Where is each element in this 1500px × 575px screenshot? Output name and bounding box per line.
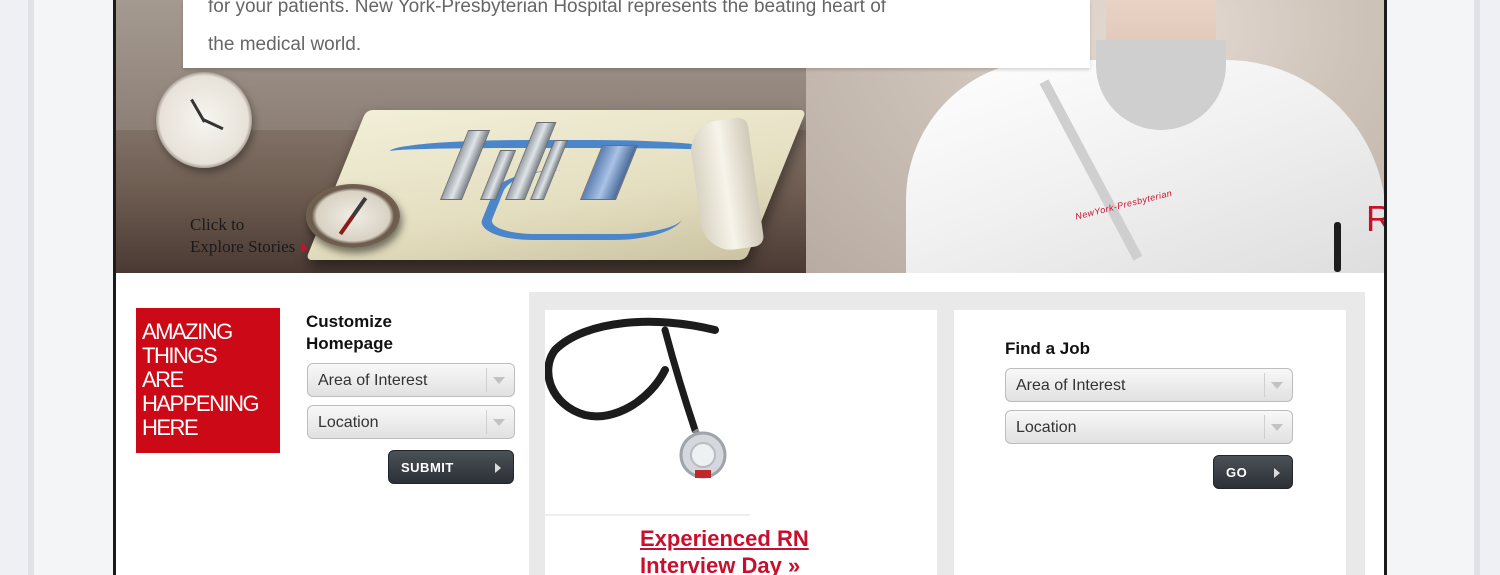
rn-interview-day-link[interactable]: Experienced RN Interview Day »: [640, 525, 809, 575]
hero-banner: Click to Explore Stories NewYork-Presbyt…: [116, 0, 1384, 273]
promo-line: THINGS: [142, 343, 218, 368]
event-link-line-1: Experienced RN: [640, 526, 809, 551]
job-location-select[interactable]: Location: [1005, 410, 1293, 444]
card-divider: [545, 514, 750, 516]
amazing-things-promo[interactable]: AMAZING THINGS ARE HAPPENING HERE: [136, 308, 280, 453]
stethoscope-image: [545, 317, 727, 479]
intro-line-2: the medical world.: [208, 34, 362, 55]
find-job-title: Find a Job: [1005, 339, 1090, 358]
submit-button[interactable]: SUBMIT: [388, 450, 514, 484]
wall-clock-image: [156, 72, 252, 168]
job-area-select[interactable]: Area of Interest: [1005, 368, 1293, 402]
submit-label: SUBMIT: [401, 460, 454, 475]
job-location-value: Location: [1016, 419, 1077, 436]
compass-image: [306, 184, 400, 248]
page-container: Click to Explore Stories NewYork-Presbyt…: [113, 0, 1387, 575]
customize-area-value: Area of Interest: [318, 372, 428, 389]
promo-line: AMAZING: [142, 319, 233, 344]
arrow-right-icon: [301, 243, 309, 254]
chevron-down-icon: [1264, 373, 1288, 397]
intro-text-box: for your patients. New York-Presbyterian…: [183, 0, 1090, 68]
go-button[interactable]: GO: [1213, 455, 1293, 489]
customize-title-line-2: Homepage: [306, 334, 393, 353]
chevron-down-icon: [486, 368, 510, 392]
chevron-down-icon: [486, 410, 510, 434]
intro-line-1: for your patients. New York-Presbyterian…: [208, 0, 887, 17]
rn-badge: RN: [1366, 198, 1384, 240]
job-area-value: Area of Interest: [1016, 377, 1126, 394]
customize-title-line-1: Customize: [306, 312, 392, 331]
customize-area-select[interactable]: Area of Interest: [307, 363, 515, 397]
explore-line-2: Explore Stories: [190, 237, 296, 256]
explore-line-1: Click to: [190, 215, 245, 234]
arrow-right-icon: [495, 463, 501, 473]
event-link-line-2: Interview Day »: [640, 553, 801, 575]
feature-card: Experienced RN Interview Day »: [545, 310, 937, 575]
customize-homepage-title: Customize Homepage: [306, 311, 393, 355]
chevron-down-icon: [1264, 415, 1288, 439]
explore-stories-link[interactable]: Click to Explore Stories: [190, 214, 309, 258]
promo-line: ARE: [142, 367, 184, 392]
customize-location-select[interactable]: Location: [307, 405, 515, 439]
promo-line: HAPPENING: [142, 391, 260, 416]
go-label: GO: [1226, 465, 1248, 480]
pen-image: [1334, 222, 1341, 272]
promo-line: HERE: [142, 415, 199, 440]
find-job-card: Find a Job Area of Interest Location GO: [954, 310, 1346, 575]
customize-location-value: Location: [318, 414, 379, 431]
content-well: Experienced RN Interview Day » Find a Jo…: [529, 292, 1365, 575]
arrow-right-icon: [1274, 468, 1280, 478]
